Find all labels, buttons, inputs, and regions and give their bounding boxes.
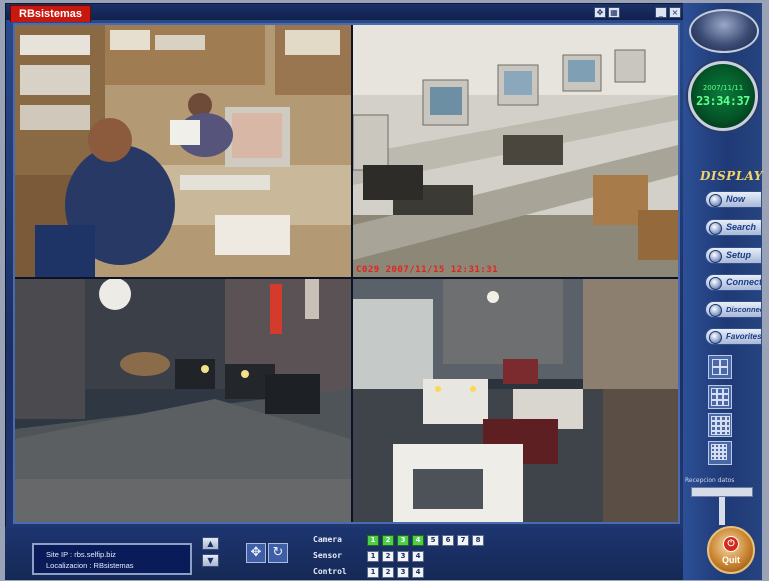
now-label: Now	[726, 194, 745, 204]
control-button-4[interactable]: 4	[412, 567, 424, 578]
layout-4x4-icon[interactable]	[708, 441, 732, 465]
radio-dot-icon	[709, 222, 722, 235]
radio-dot-icon	[709, 277, 722, 290]
radio-dot-icon	[709, 194, 722, 207]
video-grid: C029 2007/11/15 12:31:31	[13, 23, 680, 524]
camera-view-3[interactable]	[15, 279, 351, 522]
radio-dot-icon	[709, 304, 722, 317]
move-icon[interactable]: ✥	[594, 7, 606, 18]
street-scene-image-left	[15, 279, 351, 522]
camera-button-7[interactable]: 7	[457, 535, 469, 546]
layout-1x1-icon[interactable]	[708, 355, 732, 379]
sensor-button-3[interactable]: 3	[397, 551, 409, 562]
record-bar	[691, 487, 753, 497]
power-icon: ⏻	[723, 536, 739, 552]
minimize-button[interactable]: _	[655, 7, 667, 18]
record-label: Recepcion datos	[685, 477, 735, 484]
camera-button-8[interactable]: 8	[472, 535, 484, 546]
street-scene-image-right	[353, 279, 678, 522]
quit-button[interactable]: ⏻ Quit	[707, 526, 755, 574]
camera-view-1[interactable]	[15, 25, 351, 277]
record-pipe	[719, 497, 725, 525]
camera-button-6[interactable]: 6	[442, 535, 454, 546]
camera-view-4[interactable]	[353, 279, 678, 522]
radio-dot-icon	[709, 250, 722, 263]
radio-dot-icon	[709, 331, 722, 344]
layout-3x3-icon[interactable]	[708, 413, 732, 437]
connect-label: Connect	[726, 277, 762, 287]
camera-button-2[interactable]: 2	[382, 535, 394, 546]
control-button-3[interactable]: 3	[397, 567, 409, 578]
camera-button-4[interactable]: 4	[412, 535, 424, 546]
window-title: RBsistemas	[10, 5, 91, 22]
setup-button[interactable]: Setup	[705, 247, 762, 264]
camera-overlay-2: C029 2007/11/15 12:31:31	[356, 265, 499, 275]
sensor-button-4[interactable]: 4	[412, 551, 424, 562]
camera-button-3[interactable]: 3	[397, 535, 409, 546]
title-bar: RBsistemas ✥ ▦ _ ×	[6, 4, 691, 22]
favorites-label: Favorites	[726, 332, 762, 341]
clock-display: 2007/11/11 23:34:37	[688, 61, 758, 131]
clock-time: 23:34:37	[696, 94, 750, 108]
search-button[interactable]: Search	[705, 219, 762, 236]
connect-button[interactable]: Connect	[705, 274, 762, 291]
quit-label: Quit	[722, 555, 740, 565]
location-text: Localizacion : RBsistemas	[46, 561, 134, 570]
display-label: DISPLAY	[700, 169, 763, 183]
now-button[interactable]: Now	[705, 191, 762, 208]
scroll-down-button[interactable]: ▼	[202, 554, 219, 567]
site-ip-text: Site IP : rbs.selfip.biz	[46, 550, 116, 559]
camera-row-label: Camera	[313, 535, 342, 544]
refresh-icon[interactable]: ↻	[268, 543, 288, 563]
logo-oval	[689, 9, 759, 53]
disconnect-label: Disconnect	[726, 305, 761, 314]
camera-button-5[interactable]: 5	[427, 535, 439, 546]
layout-2x2-icon[interactable]	[708, 385, 732, 409]
bottom-panel: Site IP : rbs.selfip.biz Localizacion : …	[5, 527, 683, 580]
control-button-1[interactable]: 1	[367, 567, 379, 578]
search-label: Search	[726, 222, 757, 232]
office-scene-image	[15, 25, 351, 277]
favorites-button[interactable]: Favorites	[705, 328, 762, 345]
clock-date: 2007/11/11	[702, 84, 744, 92]
sensor-row-label: Sensor	[313, 551, 342, 560]
disconnect-button[interactable]: Disconnect	[705, 301, 762, 318]
lab-scene-image	[353, 25, 678, 277]
sensor-button-2[interactable]: 2	[382, 551, 394, 562]
ptz-move-icon[interactable]: ✥	[246, 543, 266, 563]
control-button-2[interactable]: 2	[382, 567, 394, 578]
site-info-box: Site IP : rbs.selfip.biz Localizacion : …	[32, 543, 192, 575]
camera-view-2[interactable]: C029 2007/11/15 12:31:31	[353, 25, 678, 277]
layout-icon[interactable]: ▦	[608, 7, 620, 18]
scroll-up-button[interactable]: ▲	[202, 537, 219, 550]
sensor-button-1[interactable]: 1	[367, 551, 379, 562]
control-row-label: Control	[313, 567, 347, 576]
setup-label: Setup	[726, 250, 752, 260]
right-panel: 2007/11/11 23:34:37 DISPLAY Now Search S…	[683, 3, 762, 580]
camera-button-1[interactable]: 1	[367, 535, 379, 546]
close-button[interactable]: ×	[669, 7, 681, 18]
